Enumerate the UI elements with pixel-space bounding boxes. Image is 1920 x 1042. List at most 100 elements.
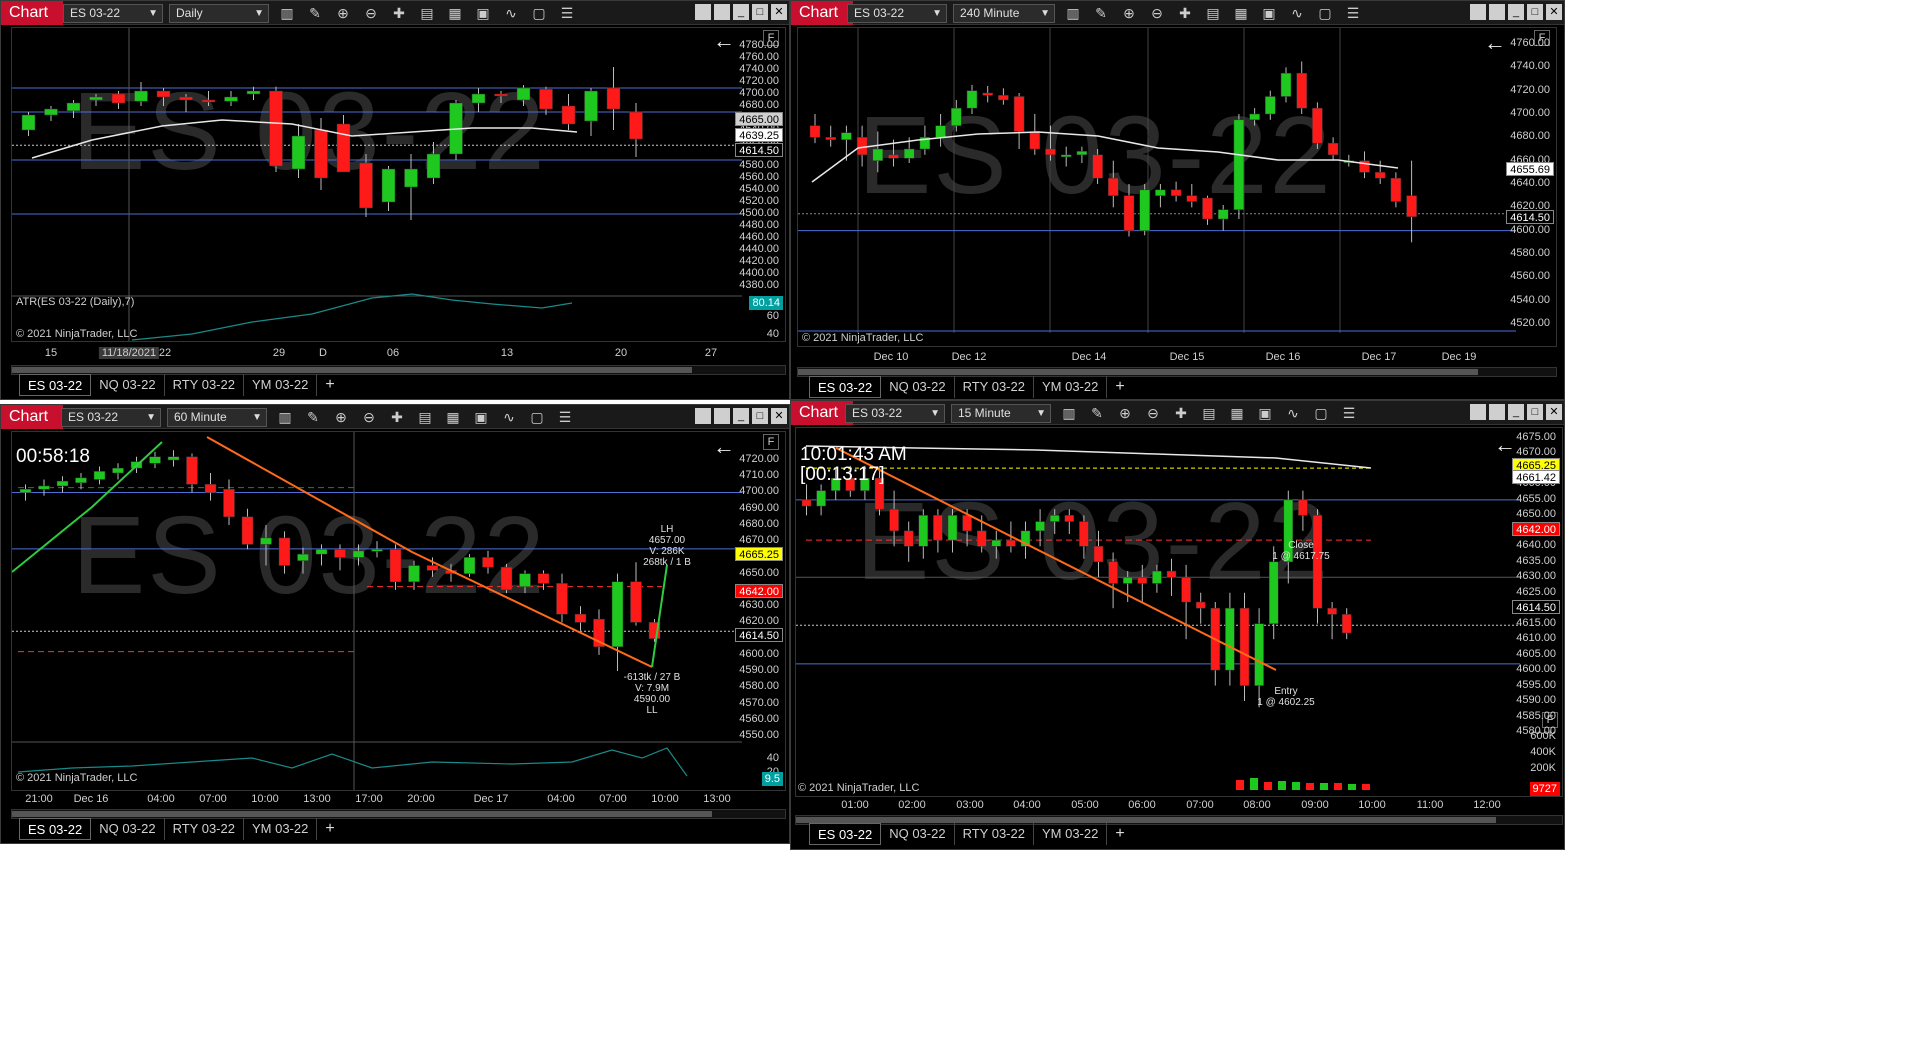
- indicators-icon[interactable]: ∿: [501, 3, 521, 23]
- tab-ym-03-22[interactable]: YM 03-22: [244, 818, 318, 840]
- indicators-icon[interactable]: ∿: [499, 407, 519, 427]
- crosshair-icon[interactable]: ✚: [387, 407, 407, 427]
- tile-icon[interactable]: [1489, 4, 1505, 20]
- zoom-out-icon[interactable]: ⊖: [1143, 403, 1163, 423]
- properties-icon[interactable]: ▤: [1199, 403, 1219, 423]
- zoom-out-icon[interactable]: ⊖: [361, 3, 381, 23]
- data-box-icon[interactable]: ▢: [527, 407, 547, 427]
- templates-icon[interactable]: ▦: [443, 407, 463, 427]
- indicators-icon[interactable]: ∿: [1287, 3, 1307, 23]
- zoom-out-icon[interactable]: ⊖: [1147, 3, 1167, 23]
- draw-pencil-icon[interactable]: ✎: [1091, 3, 1111, 23]
- draw-pencil-icon[interactable]: ✎: [1087, 403, 1107, 423]
- tab-es-03-22[interactable]: ES 03-22: [19, 818, 92, 840]
- strategy-icon[interactable]: ▣: [473, 3, 493, 23]
- list-icon[interactable]: ☰: [555, 407, 575, 427]
- maximize-icon[interactable]: □: [1527, 404, 1543, 420]
- data-box-icon[interactable]: ▢: [1311, 403, 1331, 423]
- tile-icon[interactable]: [714, 408, 730, 424]
- period-selector[interactable]: 240 Minute ▼: [953, 4, 1055, 23]
- zoom-in-icon[interactable]: ⊕: [1119, 3, 1139, 23]
- indicators-icon[interactable]: ∿: [1283, 403, 1303, 423]
- tab-es-03-22[interactable]: ES 03-22: [19, 374, 92, 396]
- tab-ym-03-22[interactable]: YM 03-22: [244, 374, 318, 396]
- period-selector[interactable]: Daily ▼: [169, 4, 269, 23]
- minimize-icon[interactable]: _: [1508, 404, 1524, 420]
- properties-icon[interactable]: ▤: [1203, 3, 1223, 23]
- close-icon[interactable]: ✕: [771, 408, 787, 424]
- tab-nq-03-22[interactable]: NQ 03-22: [881, 823, 955, 845]
- tab-rty-03-22[interactable]: RTY 03-22: [165, 374, 244, 396]
- tab-rty-03-22[interactable]: RTY 03-22: [955, 376, 1034, 398]
- back-arrow-icon[interactable]: ←: [1484, 30, 1506, 56]
- properties-icon[interactable]: ▤: [417, 3, 437, 23]
- data-box-icon[interactable]: ▢: [529, 3, 549, 23]
- list-icon[interactable]: ☰: [557, 3, 577, 23]
- crosshair-icon[interactable]: ✚: [1175, 3, 1195, 23]
- period-selector[interactable]: 60 Minute ▼: [167, 408, 267, 427]
- crosshair-icon[interactable]: ✚: [389, 3, 409, 23]
- add-tab-button[interactable]: +: [317, 374, 342, 396]
- zoom-in-icon[interactable]: ⊕: [331, 407, 351, 427]
- chart-plot-area[interactable]: ES 03-22 00:58:18 LH 4657.00 V: 286K 268tk …: [11, 431, 786, 791]
- bar-type-icon[interactable]: ▥: [277, 3, 297, 23]
- back-arrow-icon[interactable]: ←: [1494, 432, 1516, 458]
- maximize-icon[interactable]: □: [1527, 4, 1543, 20]
- zoom-in-icon[interactable]: ⊕: [333, 3, 353, 23]
- templates-icon[interactable]: ▦: [1231, 3, 1251, 23]
- tab-nq-03-22[interactable]: NQ 03-22: [91, 818, 165, 840]
- list-icon[interactable]: ☰: [1339, 403, 1359, 423]
- bar-type-icon[interactable]: ▥: [1063, 3, 1083, 23]
- chart-plot-area[interactable]: ES 03-22 10:01:43 AM [00:13:17] Close 1 @…: [795, 427, 1563, 797]
- zoom-out-icon[interactable]: ⊖: [359, 407, 379, 427]
- tab-rty-03-22[interactable]: RTY 03-22: [955, 823, 1034, 845]
- templates-icon[interactable]: ▦: [445, 3, 465, 23]
- tile-icon[interactable]: [714, 4, 730, 20]
- tab-nq-03-22[interactable]: NQ 03-22: [91, 374, 165, 396]
- strategy-icon[interactable]: ▣: [1259, 3, 1279, 23]
- tile-icon[interactable]: [1470, 404, 1486, 420]
- close-icon[interactable]: ✕: [1546, 4, 1562, 20]
- tile-icon[interactable]: [695, 4, 711, 20]
- minimize-icon[interactable]: _: [733, 408, 749, 424]
- minimize-icon[interactable]: _: [1508, 4, 1524, 20]
- add-tab-button[interactable]: +: [1107, 823, 1132, 845]
- minimize-icon[interactable]: _: [733, 4, 749, 20]
- strategy-icon[interactable]: ▣: [1255, 403, 1275, 423]
- chart-plot-area[interactable]: ES 03-22 F ← ATR(ES 03-22 (Daily),7) © 2…: [11, 27, 786, 342]
- crosshair-icon[interactable]: ✚: [1171, 403, 1191, 423]
- chart-plot-area[interactable]: ES 03-22 F ← © 2021 NinjaTrader, LLC 476…: [797, 27, 1557, 347]
- instrument-selector[interactable]: ES 03-22 ▼: [63, 4, 163, 23]
- back-arrow-icon[interactable]: ←: [713, 434, 735, 460]
- data-box-icon[interactable]: ▢: [1315, 3, 1335, 23]
- maximize-icon[interactable]: □: [752, 408, 768, 424]
- instrument-selector[interactable]: ES 03-22 ▼: [845, 404, 945, 423]
- close-icon[interactable]: ✕: [1546, 404, 1562, 420]
- maximize-icon[interactable]: □: [752, 4, 768, 20]
- strategy-icon[interactable]: ▣: [471, 407, 491, 427]
- bar-type-icon[interactable]: ▥: [275, 407, 295, 427]
- list-icon[interactable]: ☰: [1343, 3, 1363, 23]
- tab-ym-03-22[interactable]: YM 03-22: [1034, 376, 1108, 398]
- back-arrow-icon[interactable]: ←: [713, 28, 735, 54]
- tab-rty-03-22[interactable]: RTY 03-22: [165, 818, 244, 840]
- instrument-selector[interactable]: ES 03-22 ▼: [61, 408, 161, 427]
- tab-nq-03-22[interactable]: NQ 03-22: [881, 376, 955, 398]
- tab-ym-03-22[interactable]: YM 03-22: [1034, 823, 1108, 845]
- close-icon[interactable]: ✕: [771, 4, 787, 20]
- bar-type-icon[interactable]: ▥: [1059, 403, 1079, 423]
- draw-pencil-icon[interactable]: ✎: [303, 407, 323, 427]
- zoom-in-icon[interactable]: ⊕: [1115, 403, 1135, 423]
- instrument-selector[interactable]: ES 03-22 ▼: [847, 4, 947, 23]
- templates-icon[interactable]: ▦: [1227, 403, 1247, 423]
- tab-es-03-22[interactable]: ES 03-22: [809, 376, 882, 398]
- draw-pencil-icon[interactable]: ✎: [305, 3, 325, 23]
- add-tab-button[interactable]: +: [1107, 376, 1132, 398]
- add-tab-button[interactable]: +: [317, 818, 342, 840]
- tile-icon[interactable]: [695, 408, 711, 424]
- period-selector[interactable]: 15 Minute ▼: [951, 404, 1051, 423]
- tile-icon[interactable]: [1470, 4, 1486, 20]
- tab-es-03-22[interactable]: ES 03-22: [809, 823, 882, 845]
- properties-icon[interactable]: ▤: [415, 407, 435, 427]
- tile-icon[interactable]: [1489, 404, 1505, 420]
